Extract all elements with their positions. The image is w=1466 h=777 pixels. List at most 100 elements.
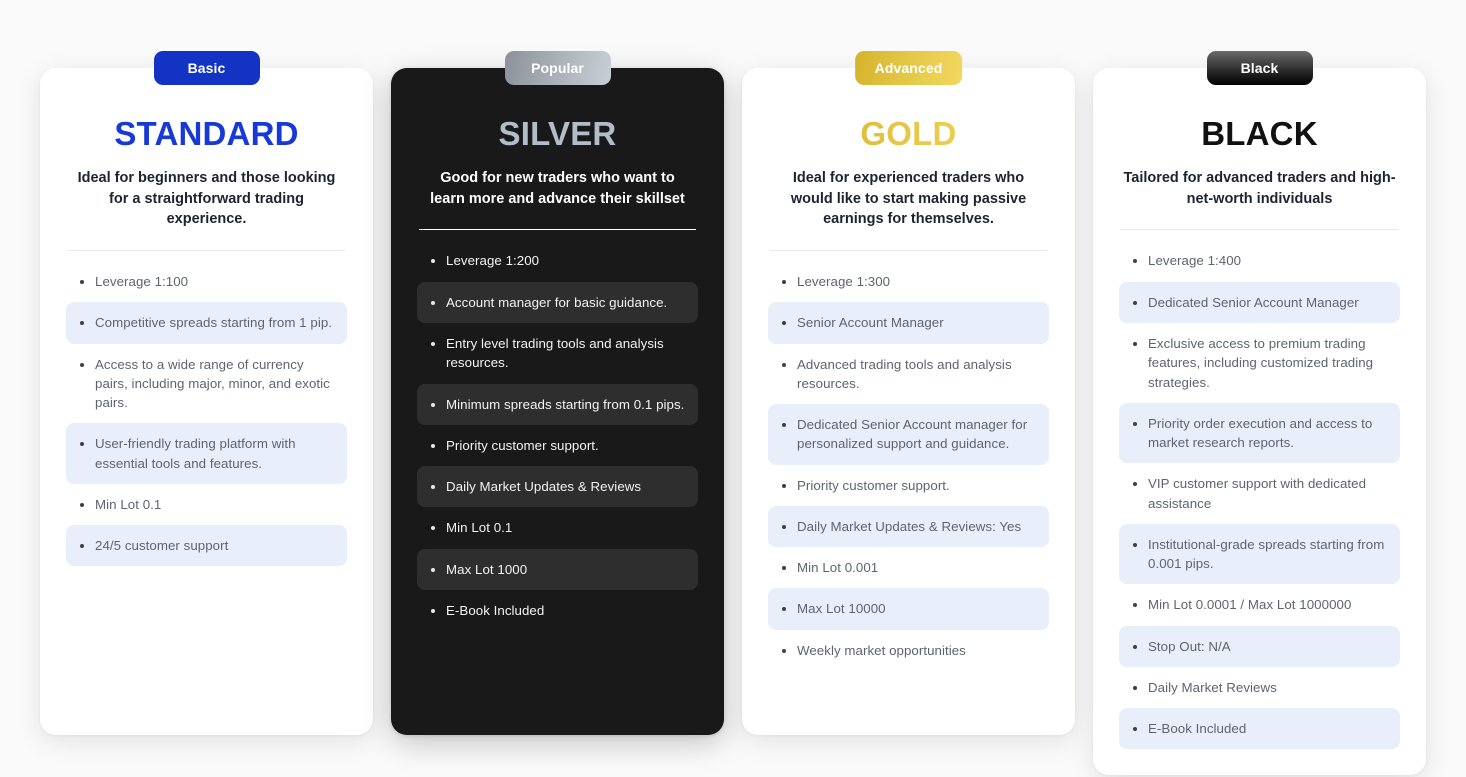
feature-item: Daily Market Updates & Reviews bbox=[417, 466, 698, 508]
feature-label: Stop Out: N/A bbox=[1148, 638, 1231, 654]
feature-label: Priority customer support. bbox=[797, 477, 950, 493]
feature-label: Max Lot 1000 bbox=[446, 561, 528, 577]
feature-item: Priority order execution and access to m… bbox=[1119, 402, 1400, 464]
feature-label: Institutional-grade spreads starting fro… bbox=[1148, 536, 1385, 572]
feature-item: Account manager for basic guidance. bbox=[417, 281, 698, 323]
feature-label: E-Book Included bbox=[1148, 721, 1247, 737]
feature-item: Entry level trading tools and analysis r… bbox=[417, 323, 698, 384]
plan-divider bbox=[1121, 229, 1398, 231]
plan-subtitle: Ideal for beginners and those looking fo… bbox=[77, 170, 336, 228]
feature-label: Leverage 1:100 bbox=[95, 274, 189, 290]
feature-label: Daily Market Reviews bbox=[1148, 679, 1277, 695]
bullet-icon bbox=[782, 321, 786, 326]
feature-item: Leverage 1:300 bbox=[768, 261, 1049, 302]
plan-divider bbox=[68, 250, 345, 252]
feature-label: Weekly market opportunities bbox=[797, 642, 966, 658]
bullet-icon bbox=[782, 483, 786, 488]
plan-card-black[interactable]: Black BLACK Tailored for advanced traders … bbox=[1093, 51, 1426, 776]
plan-title: BLACK bbox=[1201, 115, 1318, 152]
bullet-icon bbox=[431, 526, 435, 531]
feature-item: Advanced trading tools and analysis reso… bbox=[768, 344, 1049, 405]
feature-label: Min Lot 0.1 bbox=[95, 496, 162, 512]
plan-card-silver[interactable]: Popular SILVER Good for new traders who wa… bbox=[391, 51, 724, 735]
feature-label: Leverage 1:400 bbox=[1148, 253, 1242, 269]
feature-item: Min Lot 0.1 bbox=[417, 507, 698, 548]
feature-label: E-Book Included bbox=[446, 602, 545, 618]
bullet-icon bbox=[431, 608, 435, 613]
plan-divider bbox=[770, 250, 1047, 252]
bullet-icon bbox=[80, 362, 84, 367]
bullet-icon bbox=[1133, 259, 1137, 264]
plan-badge: Advanced bbox=[854, 51, 963, 85]
feature-label: Daily Market Updates & Reviews: Yes bbox=[797, 518, 1022, 534]
feature-item: E-Book Included bbox=[1119, 708, 1400, 750]
bullet-icon bbox=[80, 442, 84, 447]
feature-label: Senior Account Manager bbox=[797, 315, 944, 331]
bullet-icon bbox=[431, 341, 435, 346]
feature-item: Max Lot 10000 bbox=[768, 588, 1049, 630]
bullet-icon bbox=[1133, 685, 1137, 690]
feature-label: Advanced trading tools and analysis reso… bbox=[797, 356, 1012, 391]
bullet-icon bbox=[1133, 727, 1137, 732]
plan-subtitle: Tailored for advanced traders and high-n… bbox=[1123, 170, 1396, 207]
bullet-icon bbox=[80, 544, 84, 549]
plan-badge: Popular bbox=[504, 51, 611, 85]
feature-label: VIP customer support with dedicated assi… bbox=[1148, 476, 1367, 511]
bullet-icon bbox=[1133, 542, 1137, 547]
bullet-icon bbox=[1133, 603, 1137, 608]
feature-item: Daily Market Updates & Reviews: Yes bbox=[768, 505, 1049, 548]
feature-item: Senior Account Manager bbox=[768, 302, 1049, 344]
feature-label: Exclusive access to premium trading feat… bbox=[1148, 335, 1374, 390]
feature-label: Daily Market Updates & Reviews bbox=[446, 479, 642, 495]
bullet-icon bbox=[782, 524, 786, 529]
feature-label: Entry level trading tools and analysis r… bbox=[446, 335, 664, 371]
feature-item: Min Lot 0.0001 / Max Lot 1000000 bbox=[1119, 584, 1400, 625]
feature-item: VIP customer support with dedicated assi… bbox=[1119, 463, 1400, 524]
plan-card-gold[interactable]: Advanced GOLD Ideal for experienced trader… bbox=[742, 51, 1075, 735]
feature-item: Priority customer support. bbox=[768, 465, 1049, 506]
bullet-icon bbox=[1133, 482, 1137, 487]
feature-list: Leverage 1:300 Senior Account Manager Adva… bbox=[768, 261, 1049, 671]
feature-label: Dedicated Senior Account manager for per… bbox=[797, 417, 1028, 452]
feature-list: Leverage 1:200 Account manager for basic … bbox=[417, 240, 698, 631]
feature-item: Daily Market Reviews bbox=[1119, 667, 1400, 708]
feature-label: Leverage 1:300 bbox=[797, 274, 891, 290]
feature-label: Min Lot 0.1 bbox=[446, 520, 513, 536]
feature-list: Leverage 1:400 Dedicated Senior Account M… bbox=[1119, 240, 1400, 750]
feature-label: Dedicated Senior Account Manager bbox=[1148, 294, 1359, 310]
bullet-icon bbox=[431, 567, 435, 572]
feature-item: User-friendly trading platform with esse… bbox=[66, 423, 347, 484]
feature-item: Minimum spreads starting from 0.1 pips. bbox=[417, 383, 698, 425]
plan-title: SILVER bbox=[498, 115, 617, 152]
bullet-icon bbox=[1133, 421, 1137, 426]
feature-label: Leverage 1:200 bbox=[446, 253, 540, 269]
plan-card-standard[interactable]: Basic STANDARD Ideal for beginners and tho… bbox=[40, 51, 373, 735]
plan-subtitle: Ideal for experienced traders who would … bbox=[790, 170, 1027, 228]
feature-label: User-friendly trading platform with esse… bbox=[95, 436, 296, 471]
bullet-icon bbox=[431, 485, 435, 490]
feature-label: Minimum spreads starting from 0.1 pips. bbox=[446, 396, 685, 412]
bullet-icon bbox=[782, 607, 786, 612]
feature-label: Priority order execution and access to m… bbox=[1148, 415, 1373, 451]
feature-item: Exclusive access to premium trading feat… bbox=[1119, 323, 1400, 403]
feature-item: Institutional-grade spreads starting fro… bbox=[1119, 523, 1400, 585]
bullet-icon bbox=[782, 648, 786, 653]
feature-item: Dedicated Senior Account Manager bbox=[1119, 281, 1400, 323]
feature-item: Weekly market opportunities bbox=[768, 630, 1049, 671]
bullet-icon bbox=[431, 259, 435, 264]
bullet-icon bbox=[80, 321, 84, 326]
bullet-icon bbox=[431, 443, 435, 448]
feature-label: Max Lot 10000 bbox=[797, 601, 886, 617]
feature-item: Max Lot 1000 bbox=[417, 548, 698, 590]
feature-item: Competitive spreads starting from 1 pip. bbox=[66, 302, 347, 344]
bullet-icon bbox=[782, 423, 786, 428]
feature-label: Min Lot 0.0001 / Max Lot 1000000 bbox=[1148, 597, 1352, 613]
feature-item: Stop Out: N/A bbox=[1119, 625, 1400, 667]
feature-label: 24/5 customer support bbox=[95, 538, 229, 554]
plan-divider bbox=[419, 229, 696, 231]
feature-item: Min Lot 0.1 bbox=[66, 484, 347, 525]
bullet-icon bbox=[80, 502, 84, 507]
feature-item: Min Lot 0.001 bbox=[768, 547, 1049, 588]
plan-title: STANDARD bbox=[114, 115, 299, 152]
bullet-icon bbox=[782, 362, 786, 367]
